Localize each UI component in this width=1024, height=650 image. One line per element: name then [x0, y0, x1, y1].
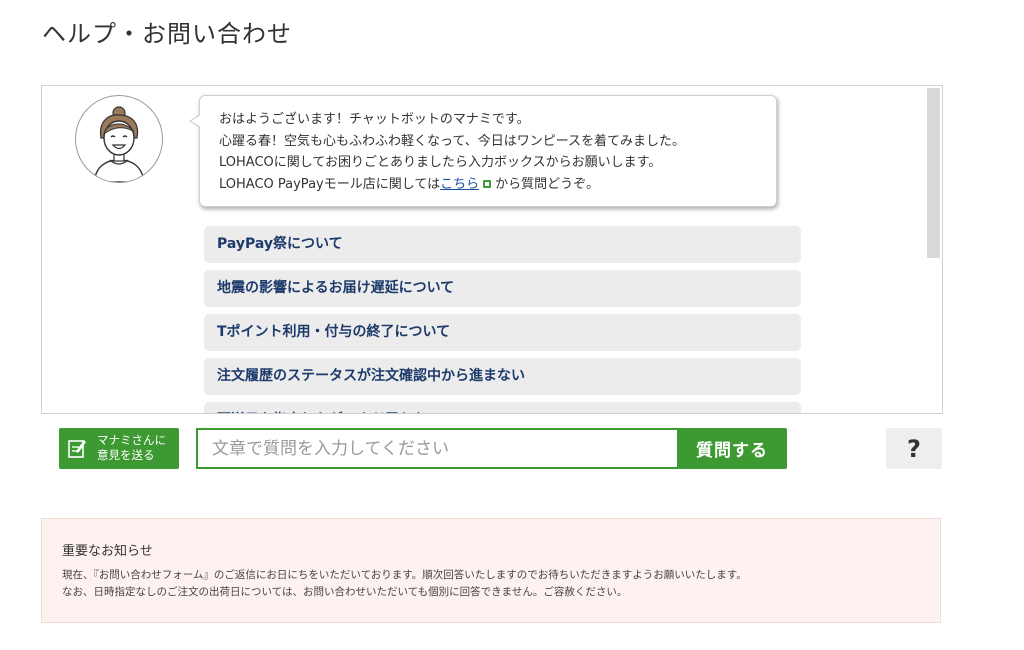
- bot-avatar: [75, 95, 163, 183]
- help-button[interactable]: ?: [886, 428, 942, 469]
- bot-message-text: LOHACO PayPayモール店に関しては: [219, 176, 441, 192]
- faq-option[interactable]: Tポイント利用・付与の終了について: [204, 314, 801, 351]
- bot-message-line: 心躍る春！空気も心もふわふわ軽くなって、今日はワンピースを着てみました。: [219, 133, 686, 149]
- send-feedback-button[interactable]: マナミさんに 意見を送る: [59, 428, 179, 469]
- bubble-tail: [189, 114, 201, 128]
- faq-option[interactable]: 注文履歴のステータスが注文確認中から進まない: [204, 358, 801, 395]
- chat-scrollbar[interactable]: [925, 86, 942, 413]
- question-input[interactable]: [196, 428, 677, 469]
- faq-option[interactable]: 配送日を指定したが、まだ届かない: [204, 402, 801, 413]
- faq-option[interactable]: PayPay祭について: [204, 226, 801, 263]
- notice-text: 現在、『お問い合わせフォーム』のご返信にお日にちをいただいております。順次回答い…: [62, 569, 747, 581]
- notice-text: なお、日時指定なしのご注文の出荷日については、お問い合わせいただいても個別に回答…: [62, 586, 628, 598]
- bot-message-bubble: おはようございます！チャットボットのマナミです。 心躍る春！空気も心もふわふわ軽…: [189, 95, 777, 207]
- ask-button[interactable]: 質問する: [677, 428, 787, 469]
- page-title: ヘルプ・お問い合わせ: [42, 20, 292, 48]
- faq-option[interactable]: 地震の影響によるお届け遅延について: [204, 270, 801, 307]
- feedback-label: 意見を送る: [97, 448, 155, 462]
- external-link-icon: [483, 179, 492, 188]
- bot-message-line: LOHACOに関してお困りごとありましたら入力ボックスからお願いします。: [219, 155, 662, 170]
- bot-message-text: から質問どうぞ。: [495, 176, 600, 192]
- important-notice: 重要なお知らせ 現在、『お問い合わせフォーム』のご返信にお日にちをいただいており…: [41, 518, 941, 623]
- bot-message-line: LOHACO PayPayモール店に関してはこちら から質問どうぞ。: [219, 174, 757, 196]
- edit-note-icon: [68, 440, 86, 458]
- avatar-illustration-icon: [93, 106, 145, 182]
- notice-title: 重要なお知らせ: [62, 544, 153, 559]
- chat-window: おはようございます！チャットボットのマナミです。 心躍る春！空気も心もふわふわ軽…: [41, 85, 943, 414]
- bot-message-line: おはようございます！チャットボットのマナミです。: [219, 112, 530, 127]
- feedback-label: マナミさんに: [97, 433, 166, 447]
- chat-scrollbar-thumb[interactable]: [927, 88, 940, 258]
- paypay-store-link[interactable]: こちら: [440, 177, 479, 192]
